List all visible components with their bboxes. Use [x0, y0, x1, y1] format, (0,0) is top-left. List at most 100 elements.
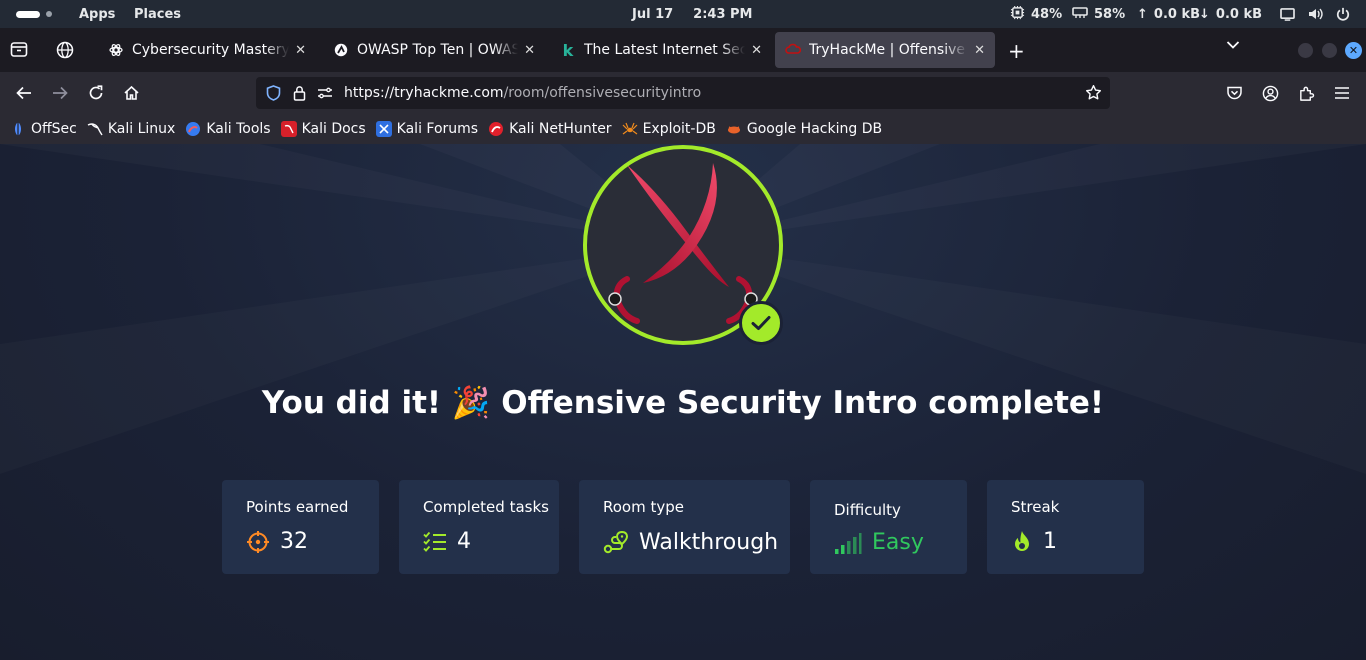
close-window-icon[interactable]: ✕ [1345, 42, 1362, 59]
bookmark-label: Kali NetHunter [509, 121, 612, 137]
maximize-window-icon[interactable] [1322, 43, 1337, 58]
upload-indicator: ↑ 0.0 kB [1137, 0, 1200, 28]
stat-value: 1 [1043, 529, 1057, 554]
kali-docs-icon [280, 121, 297, 137]
tab-close-icon[interactable]: ✕ [295, 43, 306, 58]
forward-arrow-icon[interactable] [48, 81, 72, 105]
stat-card-completed-tasks: Completed tasks 4 [399, 480, 559, 574]
room-complete-page: You did it! 🎉 Offensive Security Intro c… [0, 144, 1366, 660]
bookmark-exploit-db[interactable]: Exploit-DB [622, 121, 716, 137]
apps-menu[interactable]: Apps [79, 0, 115, 28]
stat-label: Room type [603, 498, 684, 516]
tab-title: TryHackMe | Offensive Security [809, 42, 968, 58]
stat-card-difficulty: Difficulty Easy [810, 480, 967, 574]
google-hacking-db-icon [726, 121, 742, 137]
memory-indicator: 58% [1072, 0, 1125, 28]
display-icon[interactable] [1280, 0, 1295, 28]
tab-latest-internet-security[interactable]: k The Latest Internet Security ✕ [550, 32, 772, 68]
clock-time: 2:43 PM [693, 6, 753, 22]
openai-icon [108, 42, 124, 58]
tryhackme-icon [785, 42, 801, 58]
bookmark-kali-nethunter[interactable]: Kali NetHunter [488, 121, 612, 137]
bookmark-label: Kali Docs [301, 121, 366, 137]
stat-card-room-type: Room type Walkthrough [579, 480, 790, 574]
power-icon[interactable] [1336, 0, 1350, 28]
bookmark-google-hacking-db[interactable]: Google Hacking DB [726, 121, 882, 137]
home-icon[interactable] [119, 81, 143, 105]
hamburger-menu-icon[interactable] [1330, 81, 1354, 105]
workspace-indicator[interactable] [16, 0, 52, 28]
bookmark-kali-tools[interactable]: Kali Tools [185, 121, 271, 137]
globe-icon[interactable] [56, 41, 74, 59]
tab-close-icon[interactable]: ✕ [524, 43, 535, 58]
tracking-protection-shield-icon[interactable] [260, 85, 286, 101]
minimize-window-icon[interactable] [1298, 43, 1313, 58]
tab-title: Cybersecurity Mastery Plan [132, 42, 290, 58]
bookmark-label: Google Hacking DB [746, 121, 883, 137]
tab-tryhackme[interactable]: TryHackMe | Offensive Security ✕ [775, 32, 995, 68]
url-path: /room/offensivesecurityintro [503, 85, 702, 101]
upload-arrow-icon: ↑ [1137, 6, 1148, 22]
bookmark-label: Kali Tools [206, 121, 271, 137]
new-tab-icon[interactable]: + [1008, 39, 1025, 63]
tab-close-icon[interactable]: ✕ [974, 43, 985, 58]
clock[interactable]: Jul 17 2:43 PM [632, 0, 753, 28]
bookmark-offsec[interactable]: OffSec [10, 121, 77, 137]
url-text[interactable]: https://tryhackme.com/room/offensivesecu… [344, 85, 701, 101]
list-all-tabs-chevron-down-icon[interactable] [1226, 40, 1240, 50]
cpu-icon [1010, 5, 1025, 24]
stat-card-streak: Streak 1 [987, 480, 1144, 574]
workspace-1[interactable] [16, 10, 40, 18]
tab-cybersecurity-mastery[interactable]: Cybersecurity Mastery Plan ✕ [98, 32, 316, 68]
bookmarks-toolbar: OffSec Kali Linux Kali Tools Kali Docs K… [0, 114, 1366, 144]
permissions-icon[interactable] [312, 87, 338, 99]
checklist-icon [423, 531, 446, 552]
extensions-puzzle-icon[interactable] [1294, 81, 1318, 105]
bookmark-star-icon[interactable] [1085, 84, 1102, 105]
stat-label: Difficulty [834, 501, 901, 519]
reload-icon[interactable] [84, 81, 108, 105]
k-icon: k [562, 40, 574, 60]
stat-label: Completed tasks [423, 498, 549, 516]
firefox-view-icon[interactable] [10, 41, 28, 58]
cpu-value: 48% [1031, 6, 1063, 22]
clock-date: Jul 17 [632, 6, 674, 22]
kali-tools-icon [185, 121, 201, 137]
cpu-indicator: 48% [1010, 0, 1062, 28]
owasp-icon [333, 42, 349, 58]
kali-forums-icon [375, 121, 392, 137]
bookmark-label: Kali Linux [107, 121, 176, 137]
flame-icon [1015, 530, 1029, 551]
memory-icon [1072, 5, 1088, 23]
signal-bars-icon [835, 532, 862, 554]
url-host: https://tryhackme.com [344, 85, 504, 101]
kali-dragon-icon [87, 121, 103, 137]
back-arrow-icon[interactable] [12, 81, 36, 105]
places-menu[interactable]: Places [134, 0, 181, 28]
route-icon [603, 530, 629, 554]
bookmark-kali-forums[interactable]: Kali Forums [375, 121, 478, 137]
stat-value: Walkthrough [639, 529, 779, 555]
completion-headline: You did it! 🎉 Offensive Security Intro c… [0, 384, 1366, 421]
stat-value: 32 [280, 529, 308, 554]
url-bar[interactable]: https://tryhackme.com/room/offensivesecu… [256, 77, 1110, 109]
target-icon [247, 530, 269, 553]
headline-start: You did it! [261, 385, 442, 421]
headline-end: Offensive Security Intro complete! [501, 385, 1105, 421]
account-icon[interactable] [1258, 81, 1282, 105]
tab-bar: Cybersecurity Mastery Plan ✕ OWASP Top T… [0, 28, 1366, 72]
upload-value: 0.0 kB [1153, 6, 1201, 22]
bookmark-kali-linux[interactable]: Kali Linux [87, 121, 175, 137]
tab-close-icon[interactable]: ✕ [751, 43, 762, 58]
kali-nethunter-icon [488, 121, 504, 137]
lock-icon[interactable] [286, 85, 312, 101]
workspace-2[interactable] [46, 11, 52, 17]
volume-icon[interactable] [1308, 0, 1324, 28]
stat-card-points: Points earned 32 [222, 480, 379, 574]
memory-value: 58% [1094, 6, 1126, 22]
pocket-icon[interactable] [1222, 81, 1246, 105]
bookmark-kali-docs[interactable]: Kali Docs [280, 121, 366, 137]
tab-owasp-top-ten[interactable]: OWASP Top Ten | OWASP ✕ [323, 32, 545, 68]
download-indicator: ↓ 0.0 kB [1199, 0, 1262, 28]
stat-label: Streak [1011, 498, 1060, 516]
